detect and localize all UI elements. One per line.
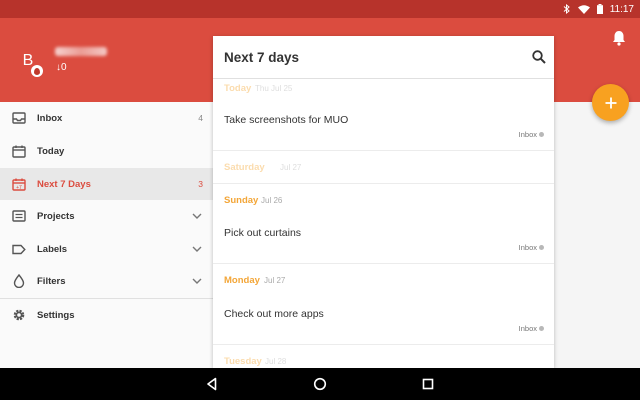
day-name: Sunday: [224, 195, 259, 206]
day-header-saturday: Saturday Jul 27: [213, 151, 554, 183]
sidebar-item-count: 4: [198, 113, 203, 123]
day-date: Jul 27: [264, 276, 286, 285]
day-name: Today: [224, 83, 252, 94]
sidebar-item-label: Next 7 Days: [37, 178, 91, 190]
task-title: Check out more apps: [224, 308, 324, 320]
page-title: Next 7 days: [224, 50, 300, 65]
calendar-plus-icon: +7: [11, 176, 27, 192]
task-title: Pick out curtains: [224, 227, 302, 239]
status-bar: 11:17: [0, 0, 640, 18]
chevron-down-icon[interactable]: [192, 276, 202, 286]
sidebar-item-label: Today: [37, 145, 65, 157]
project-color-dot: [539, 326, 544, 331]
task-title: Take screenshots for MUO: [224, 114, 349, 126]
sidebar-item-projects[interactable]: Projects: [0, 200, 213, 232]
task-row[interactable]: Take screenshots for MUO Inbox: [213, 96, 554, 151]
bell-icon[interactable]: [612, 30, 626, 51]
sidebar-item-label: Settings: [37, 309, 75, 321]
task-project: Inbox: [518, 130, 537, 139]
sidebar-item-inbox[interactable]: Inbox 4: [0, 102, 213, 134]
home-icon[interactable]: [312, 376, 328, 392]
day-name: Monday: [224, 275, 260, 286]
day-date: Jul 28: [265, 357, 287, 366]
sidebar-item-filters[interactable]: Filters: [0, 265, 213, 297]
drop-icon: [11, 273, 27, 289]
sidebar-item-label: Labels: [37, 243, 68, 255]
tag-icon: [11, 241, 27, 257]
day-header-today: Today Thu Jul 25: [213, 78, 554, 96]
panel-header: Next 7 days: [213, 36, 554, 79]
day-header-monday: Monday Jul 27: [213, 264, 554, 296]
karma-badge-icon: [31, 65, 43, 77]
day-date: Thu Jul 25: [255, 84, 293, 93]
day-name: Saturday: [224, 162, 265, 173]
chevron-down-icon[interactable]: [192, 211, 202, 221]
wifi-icon: [577, 4, 590, 14]
username-blurred: [55, 47, 107, 56]
day-date: Jul 27: [280, 163, 302, 172]
clock-text: 11:17: [609, 3, 634, 15]
project-color-dot: [539, 245, 544, 250]
next-7-days-panel: Next 7 days Today Thu Jul 25 Take screen…: [213, 36, 554, 368]
sidebar-item-today[interactable]: Today: [0, 135, 213, 167]
plus-icon: [605, 97, 616, 108]
day-header-sunday: Sunday Jul 26: [213, 184, 554, 216]
add-task-button[interactable]: [592, 84, 629, 121]
day-name: Tuesday: [224, 356, 262, 367]
day-date: Jul 26: [261, 196, 283, 205]
search-icon[interactable]: [531, 49, 547, 65]
karma-text: ↓0: [56, 62, 67, 73]
task-project: Inbox: [518, 243, 537, 252]
chevron-down-icon[interactable]: [192, 244, 202, 254]
task-row[interactable]: Pick out curtains Inbox: [213, 216, 554, 264]
battery-icon: [596, 4, 603, 14]
sidebar-item-label: Filters: [37, 275, 66, 287]
sidebar-item-settings[interactable]: Settings: [0, 299, 213, 331]
back-icon[interactable]: [204, 376, 220, 392]
bluetooth-icon: [563, 4, 571, 14]
project-color-dot: [539, 132, 544, 137]
svg-text:+7: +7: [16, 184, 22, 190]
sidebar-item-labels[interactable]: Labels: [0, 233, 213, 265]
calendar-icon: [11, 143, 27, 159]
inbox-icon: [11, 110, 27, 126]
sidebar-item-next-7-days[interactable]: +7 Next 7 Days 3: [0, 168, 213, 200]
task-project: Inbox: [518, 324, 537, 333]
recents-icon[interactable]: [420, 376, 436, 392]
list-icon: [11, 208, 27, 224]
sidebar-item-label: Projects: [37, 210, 75, 222]
gear-icon: [11, 307, 27, 323]
task-row[interactable]: Check out more apps Inbox: [213, 296, 554, 345]
sidebar-item-label: Inbox: [37, 112, 63, 124]
system-navigation-bar: [0, 368, 640, 400]
day-header-tuesday: Tuesday Jul 28: [213, 345, 554, 368]
sidebar-item-count: 3: [198, 179, 203, 189]
sidebar: Inbox 4 Today +7 Next 7 Days 3 Projects …: [0, 102, 213, 368]
